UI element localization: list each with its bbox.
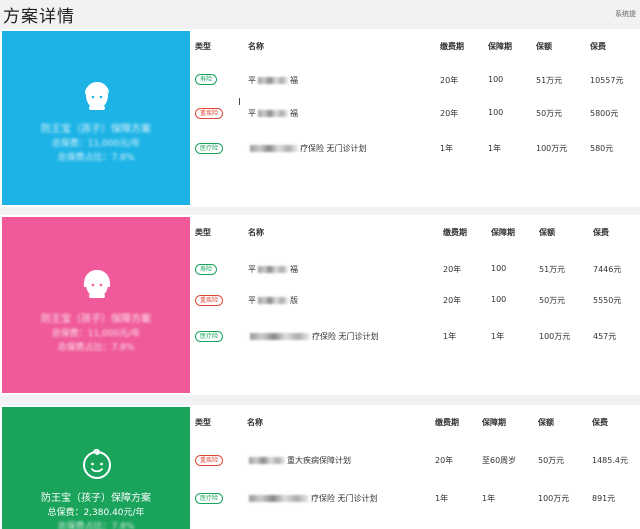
coverage-period: 1年	[491, 332, 505, 341]
plan-summary-text: 防王宝（孩子）保障方案 总保费：11,000元/年 总保费占比：7.8%	[2, 313, 190, 355]
product-name[interactable]: 疗保险 无门诊计划	[248, 143, 367, 154]
col-sum-insured: 保额	[539, 228, 555, 237]
coverage-period: 100	[491, 295, 507, 304]
plan-details-page: 方案详情 系统提 防王宝（孩子）保障方案 总保费：11,000元/年 总保费占比…	[0, 0, 640, 529]
col-coverage-period: 保障期	[482, 418, 506, 427]
pay-period: 20年	[440, 109, 459, 118]
premium: 891元	[592, 494, 616, 503]
plan-premium-ratio: 总保费占比：7.8%	[57, 522, 135, 529]
corner-label: 系统提	[615, 10, 636, 18]
sum-insured: 51万元	[539, 265, 566, 274]
premium: 1485.4元	[592, 456, 628, 465]
product-name[interactable]: 平福	[248, 264, 298, 275]
sum-insured: 50万元	[539, 296, 566, 305]
plan-summary-panel: 防王宝（孩子）保障方案 总保费：11,000元/年 总保费占比：7.8%	[2, 217, 190, 393]
coverage-period: 至60周岁	[482, 456, 517, 465]
plan-summary-panel: 防王宝（孩子）保障方案 总保费：2,380.40元/年 总保费占比：7.8%	[2, 407, 190, 529]
sum-insured: 100万元	[539, 332, 571, 341]
col-pay-period: 缴费期	[435, 418, 459, 427]
product-name[interactable]: 平版	[248, 295, 298, 306]
pay-period: 1年	[435, 494, 449, 503]
col-sum-insured: 保额	[538, 418, 554, 427]
plan-summary-text: 防王宝（孩子）保障方案 总保费：11,000元/年 总保费占比：7.8%	[2, 123, 190, 165]
coverage-period: 100	[488, 108, 504, 117]
product-name[interactable]: 平福	[248, 75, 298, 86]
pay-period: 1年	[443, 332, 457, 341]
premium: 5800元	[590, 109, 619, 118]
plan-name: 防王宝（孩子）保障方案	[41, 124, 151, 135]
product-name[interactable]: 重大疾病保障计划	[247, 455, 351, 466]
product-name[interactable]: 平福	[248, 108, 298, 119]
col-pay-period: 缴费期	[443, 228, 467, 237]
col-type: 类型	[195, 228, 211, 237]
type-tag: 重疾险	[195, 108, 224, 119]
product-name[interactable]: 疗保险 无门诊计划	[248, 331, 379, 342]
premium: 5550元	[593, 296, 622, 305]
type-tag: 医疗险	[195, 493, 224, 504]
col-premium: 保费	[593, 228, 609, 237]
premium: 7446元	[593, 265, 622, 274]
sum-insured: 51万元	[536, 76, 563, 85]
col-premium: 保费	[590, 42, 606, 51]
plan-card: 防王宝（孩子）保障方案 总保费：11,000元/年 总保费占比：7.8% 类型 …	[0, 215, 640, 395]
col-sum-insured: 保额	[536, 42, 552, 51]
col-type: 类型	[195, 42, 211, 51]
pay-period: 20年	[443, 265, 462, 274]
man-face-icon	[85, 82, 109, 110]
col-name: 名称	[248, 42, 264, 51]
text-cursor-icon: I	[238, 97, 241, 108]
page-header: 方案详情 系统提	[0, 0, 640, 28]
premium: 580元	[590, 144, 614, 153]
col-name: 名称	[248, 228, 264, 237]
plan-premium-ratio: 总保费占比：7.8%	[57, 343, 135, 353]
pay-period: 20年	[435, 456, 454, 465]
coverage-period: 100	[491, 264, 507, 273]
page-title: 方案详情	[3, 7, 75, 27]
plan-premium-ratio: 总保费占比：7.8%	[57, 153, 135, 163]
plan-summary-text: 防王宝（孩子）保障方案 总保费：2,380.40元/年 总保费占比：7.8%	[2, 492, 190, 529]
plan-card: 防王宝（孩子）保障方案 总保费：2,380.40元/年 总保费占比：7.8% 类…	[0, 405, 640, 529]
coverage-period: 100	[488, 75, 504, 84]
sum-insured: 100万元	[536, 144, 568, 153]
premium: 457元	[593, 332, 617, 341]
plan-total-premium: 总保费：11,000元/年	[51, 139, 141, 149]
sum-insured: 50万元	[536, 109, 563, 118]
plan-total-premium: 总保费：11,000元/年	[51, 329, 141, 339]
type-tag: 医疗险	[195, 331, 224, 342]
type-tag: 重疾险	[195, 455, 224, 466]
col-type: 类型	[195, 418, 211, 427]
type-tag: 医疗险	[195, 143, 224, 154]
col-coverage-period: 保障期	[491, 228, 515, 237]
sum-insured: 50万元	[538, 456, 565, 465]
coverage-period: 1年	[482, 494, 496, 503]
baby-face-icon	[83, 448, 111, 479]
woman-face-icon	[83, 270, 111, 298]
plan-total-premium: 总保费：2,380.40元/年	[47, 508, 145, 518]
plan-name: 防王宝（孩子）保障方案	[41, 314, 151, 325]
col-name: 名称	[247, 418, 263, 427]
pay-period: 20年	[440, 76, 459, 85]
plan-card: 防王宝（孩子）保障方案 总保费：11,000元/年 总保费占比：7.8% 类型 …	[0, 29, 640, 207]
type-tag: 重疾险	[195, 295, 224, 306]
col-pay-period: 缴费期	[440, 42, 464, 51]
pay-period: 1年	[440, 144, 454, 153]
type-tag: 寿险	[195, 74, 218, 85]
product-name[interactable]: 疗保险 无门诊计划	[247, 493, 378, 504]
plan-name: 防王宝（孩子）保障方案	[41, 493, 151, 504]
premium: 10557元	[590, 76, 624, 85]
pay-period: 20年	[443, 296, 462, 305]
plan-summary-panel: 防王宝（孩子）保障方案 总保费：11,000元/年 总保费占比：7.8%	[2, 31, 190, 205]
col-premium: 保费	[592, 418, 608, 427]
coverage-period: 1年	[488, 144, 502, 153]
col-coverage-period: 保障期	[488, 42, 512, 51]
sum-insured: 100万元	[538, 494, 570, 503]
type-tag: 寿险	[195, 264, 218, 275]
